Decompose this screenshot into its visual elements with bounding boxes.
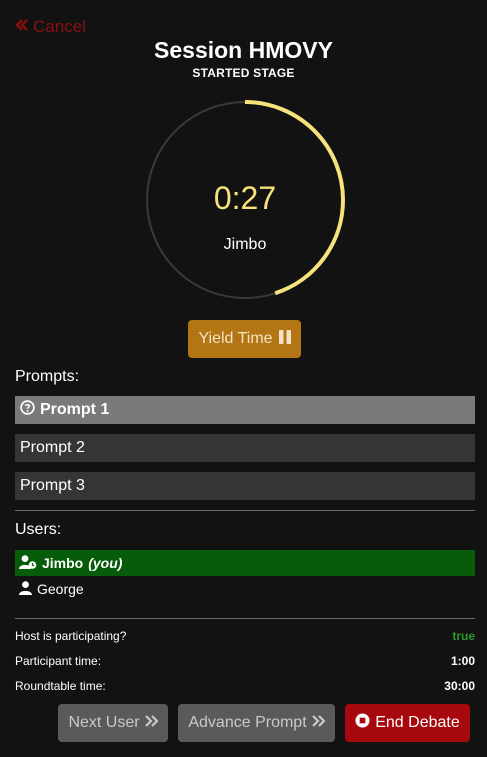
- advance-prompt-label: Advance Prompt: [188, 714, 307, 731]
- prompt-item-2[interactable]: Prompt 2: [15, 434, 475, 462]
- roundtable-time-value: 30:00: [444, 679, 475, 693]
- prompt-item-1[interactable]: Prompt 1: [15, 396, 475, 424]
- user-icon: [19, 580, 32, 598]
- end-debate-label: End Debate: [375, 714, 460, 731]
- double-chevron-right-icon: [311, 714, 326, 732]
- participant-time-row: Participant time: 1:00: [15, 654, 475, 668]
- stop-circle-icon: [355, 713, 370, 733]
- countdown-timer: 0:27 Jimbo: [145, 100, 345, 300]
- users-heading: Users:: [15, 521, 62, 538]
- user-item-george: George: [15, 576, 475, 602]
- user-item-jimbo: Jimbo (you): [15, 550, 475, 576]
- next-user-button[interactable]: Next User: [58, 704, 168, 742]
- user-name: Jimbo: [42, 555, 84, 571]
- host-participating-row: Host is participating? true: [15, 629, 475, 643]
- prompt-item-3[interactable]: Prompt 3: [15, 472, 475, 500]
- roundtable-time-label: Roundtable time:: [15, 679, 106, 693]
- yield-time-label: Yield Time: [198, 330, 273, 347]
- user-clock-icon: [19, 554, 37, 572]
- divider: [15, 618, 475, 619]
- timer-value: 0:27: [213, 180, 277, 216]
- end-debate-button[interactable]: End Debate: [345, 704, 470, 742]
- prompts-heading: Prompts:: [15, 368, 80, 385]
- roundtable-time-row: Roundtable time: 30:00: [15, 679, 475, 693]
- you-tag: (you): [88, 555, 123, 571]
- advance-prompt-button[interactable]: Advance Prompt: [178, 704, 335, 742]
- host-participating-value: true: [452, 629, 475, 643]
- host-participating-label: Host is participating?: [15, 629, 127, 643]
- session-title: Session HMOVY: [154, 37, 333, 63]
- prompt-label: Prompt 2: [20, 439, 85, 456]
- pause-icon: [278, 329, 291, 349]
- divider: [15, 510, 475, 511]
- double-chevron-right-icon: [144, 714, 159, 732]
- stage-subtitle: STARTED STAGE: [192, 66, 295, 80]
- double-chevron-left-icon: [15, 17, 29, 37]
- prompt-label: Prompt 1: [40, 401, 110, 418]
- next-user-label: Next User: [68, 714, 140, 731]
- current-speaker: Jimbo: [223, 236, 267, 253]
- yield-time-button[interactable]: Yield Time: [188, 320, 301, 358]
- cancel-link[interactable]: Cancel: [15, 17, 86, 37]
- participant-time-label: Participant time:: [15, 654, 102, 668]
- user-name: George: [37, 581, 84, 597]
- cancel-label: Cancel: [33, 17, 86, 36]
- prompt-label: Prompt 3: [20, 477, 85, 494]
- participant-time-value: 1:00: [450, 654, 475, 668]
- question-circle-icon: [20, 400, 35, 420]
